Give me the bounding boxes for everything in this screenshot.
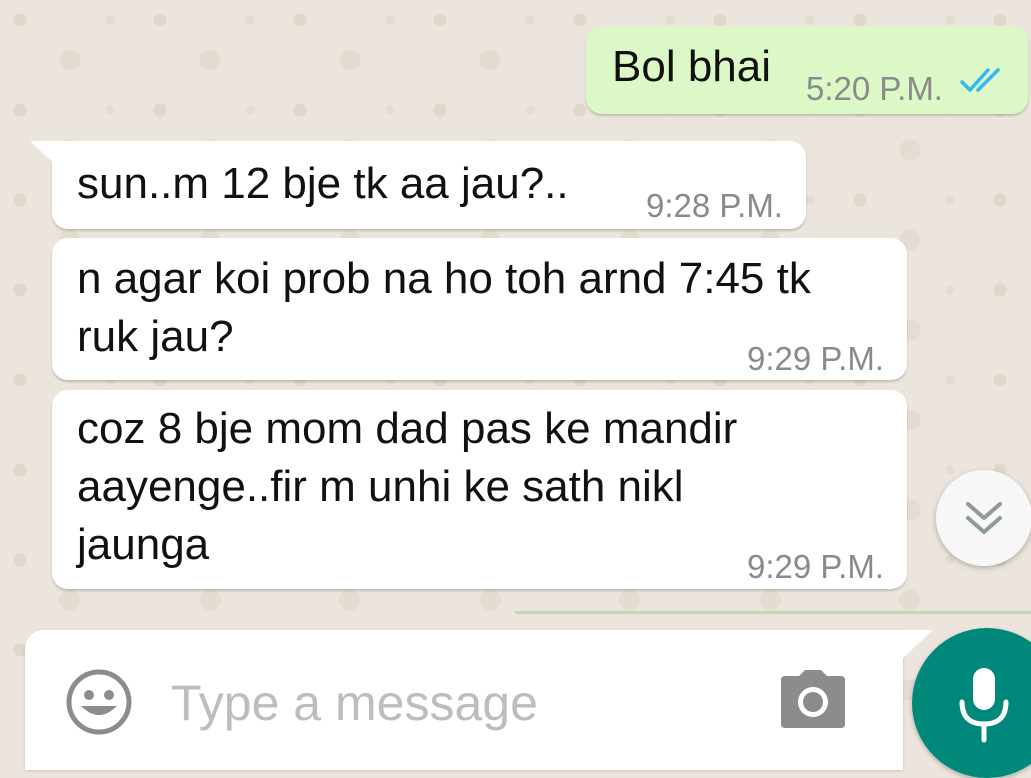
message-text: n agar koi prob na ho toh arnd 7:45 tk r… (77, 254, 811, 361)
message-bubble-incoming[interactable]: sun..m 12 bje tk aa jau?.. 9:28 P.M. (30, 141, 806, 229)
composer-tail (903, 630, 933, 658)
message-text: coz 8 bje mom dad pas ke mandir aayenge.… (77, 404, 738, 569)
mic-icon (959, 668, 1009, 743)
message-bubble-incoming[interactable]: coz 8 bje mom dad pas ke mandir aayenge.… (52, 390, 907, 589)
emoji-icon (66, 669, 132, 735)
read-double-tick-icon (960, 68, 1000, 92)
message-composer: Type a message (25, 630, 903, 770)
chevron-double-down-icon (966, 502, 1002, 534)
camera-icon (781, 670, 845, 728)
divider (515, 611, 1031, 614)
message-timestamp: 9:29 P.M. (747, 548, 884, 585)
message-input-placeholder: Type a message (171, 675, 538, 731)
message-text: Bol bhai (612, 42, 772, 91)
message-bubble-incoming[interactable]: n agar koi prob na ho toh arnd 7:45 tk r… (52, 238, 907, 380)
message-timestamp: 9:28 P.M. (646, 187, 783, 224)
message-text: sun..m 12 bje tk aa jau?.. (77, 159, 569, 208)
camera-button[interactable] (779, 668, 847, 735)
scroll-to-bottom-button[interactable] (936, 470, 1031, 566)
bubble-tail (30, 141, 60, 169)
message-bubble-outgoing[interactable]: Bol bhai 5:20 P.M. (586, 26, 1028, 114)
emoji-button[interactable] (65, 668, 133, 741)
message-input[interactable]: Type a message (171, 674, 538, 732)
message-timestamp: 9:29 P.M. (747, 340, 884, 377)
message-timestamp: 5:20 P.M. (806, 70, 943, 107)
